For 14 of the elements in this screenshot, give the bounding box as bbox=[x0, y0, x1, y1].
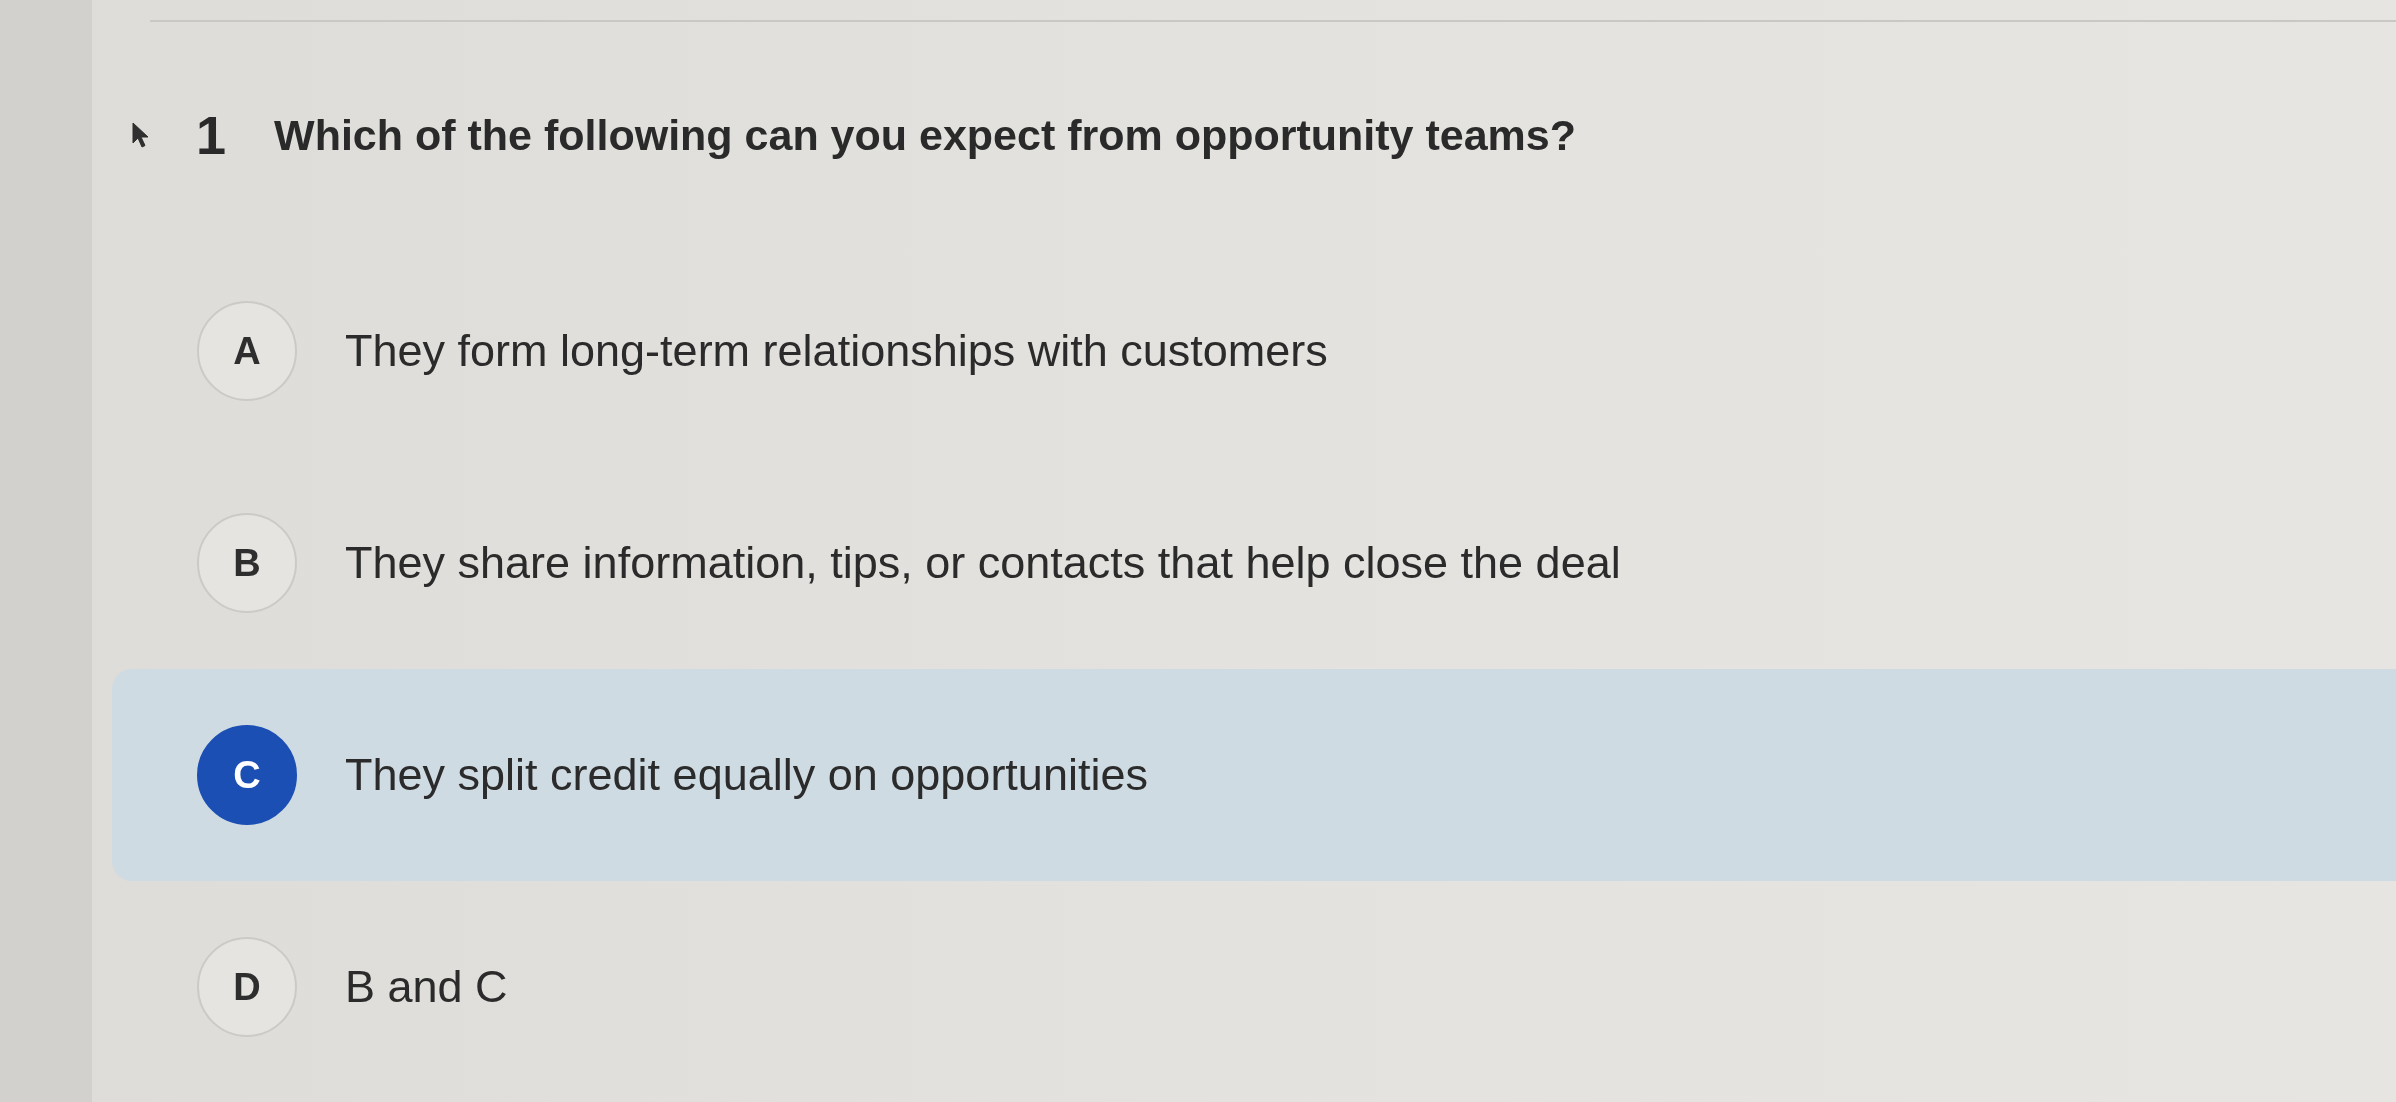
answer-option[interactable]: C They split credit equally on opportunities bbox=[112, 669, 2396, 881]
option-text: They share information, tips, or contacts that help close the deal bbox=[345, 537, 1621, 589]
option-text: They form long-term relationships with customers bbox=[345, 325, 1328, 377]
answer-option[interactable]: B They share information, tips, or contacts that help close the deal bbox=[112, 457, 2396, 669]
answer-option[interactable]: A They form long-term relationships with customers bbox=[112, 245, 2396, 457]
option-text: They split credit equally on opportunities bbox=[345, 749, 1148, 801]
option-letter-badge: C bbox=[197, 725, 297, 825]
option-letter-badge: D bbox=[197, 937, 297, 1037]
answer-option[interactable]: D B and C bbox=[112, 881, 2396, 1093]
option-letter-badge: A bbox=[197, 301, 297, 401]
option-letter-badge: B bbox=[197, 513, 297, 613]
option-text: B and C bbox=[345, 961, 508, 1013]
question-number: 1 bbox=[196, 104, 227, 166]
question-text: Which of the following can you expect from opportunity teams? bbox=[274, 110, 1577, 160]
